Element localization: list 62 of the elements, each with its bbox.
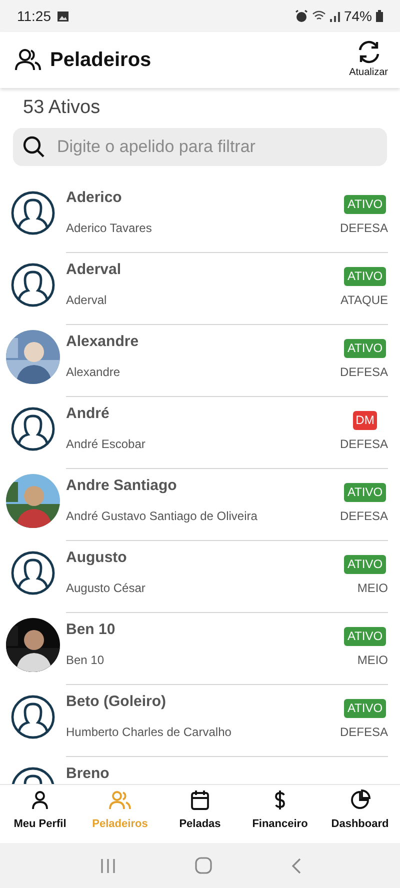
- player-position: DEFESA: [340, 724, 388, 740]
- player-full-name: Augusto César: [66, 580, 146, 596]
- status-badge: ATIVO: [344, 266, 386, 286]
- player-nickname: Ben 10: [66, 620, 116, 638]
- player-full-name: Aderico Tavares: [66, 220, 152, 236]
- status-badge: ATIVO: [344, 626, 386, 646]
- alarm-icon: [294, 10, 308, 22]
- player-position: ATAQUE: [340, 292, 388, 308]
- battery-icon: [376, 10, 383, 22]
- player-full-name: Alexandre: [66, 364, 122, 380]
- player-position: DEFESA: [340, 220, 388, 236]
- person-placeholder-icon: [11, 550, 55, 594]
- status-badge: ATIVO: [344, 482, 386, 502]
- player-nickname: Andre Santiago: [66, 476, 178, 494]
- player-position: MEIO: [357, 652, 388, 668]
- person-placeholder-icon: [11, 190, 55, 234]
- player-position: MEIO: [357, 580, 388, 596]
- battery-percent: 74%: [344, 6, 372, 26]
- player-full-name: Humberto Charles de Carvalho: [66, 724, 232, 740]
- nav-tab[interactable]: Meu Perfil: [0, 788, 80, 832]
- player-nickname: Beto (Goleiro): [66, 692, 167, 710]
- refresh-button[interactable]: Atualizar: [349, 40, 388, 80]
- screen-title: Peladeiros: [50, 48, 152, 73]
- player-nickname: Alexandre: [66, 332, 139, 350]
- player-nickname: Aderico: [66, 188, 123, 206]
- image-icon: [57, 10, 69, 22]
- nav-tab[interactable]: Peladas: [160, 788, 240, 832]
- player-full-name: Ben 10: [66, 652, 106, 668]
- back-icon[interactable]: [290, 858, 300, 874]
- player-position: DEFESA: [340, 436, 388, 452]
- player-nickname: Aderval: [66, 260, 122, 278]
- home-icon[interactable]: [194, 857, 212, 874]
- person-placeholder-icon: [11, 406, 55, 450]
- player-position: DEFESA: [340, 508, 388, 524]
- search-field[interactable]: Digite o apelido para filtrar: [13, 128, 387, 166]
- person-icon: [29, 788, 51, 810]
- nav-tab[interactable]: Dashboard: [320, 788, 400, 832]
- player-full-name: Aderval: [66, 292, 108, 308]
- people-icon: [109, 788, 131, 810]
- player-full-name: André Escobar: [66, 436, 146, 452]
- status-badge: DM: [352, 410, 378, 430]
- status-time: 11:25: [17, 6, 51, 26]
- status-badge: ATIVO: [344, 554, 386, 574]
- calendar-icon: [189, 788, 211, 810]
- pie-chart-icon: [349, 788, 371, 810]
- status-badge: ATIVO: [344, 338, 386, 358]
- person-placeholder-icon: [11, 694, 55, 738]
- active-count: 53 Ativos: [23, 97, 100, 118]
- nav-tab[interactable]: Financeiro: [240, 788, 320, 832]
- player-nickname: André: [66, 404, 110, 422]
- player-full-name: André Gustavo Santiago de Oliveira: [66, 508, 258, 524]
- signal-icon: [330, 10, 340, 22]
- player-nickname: Augusto: [66, 548, 128, 566]
- status-badge: ATIVO: [344, 194, 386, 214]
- status-badge: ATIVO: [344, 698, 386, 718]
- recent-apps-icon[interactable]: [100, 858, 116, 874]
- player-nickname: Breno: [66, 764, 110, 782]
- people-icon: [15, 48, 41, 72]
- player-position: DEFESA: [340, 364, 388, 380]
- wifi-icon: [312, 10, 326, 22]
- person-placeholder-icon: [11, 262, 55, 306]
- search-icon: [23, 136, 45, 158]
